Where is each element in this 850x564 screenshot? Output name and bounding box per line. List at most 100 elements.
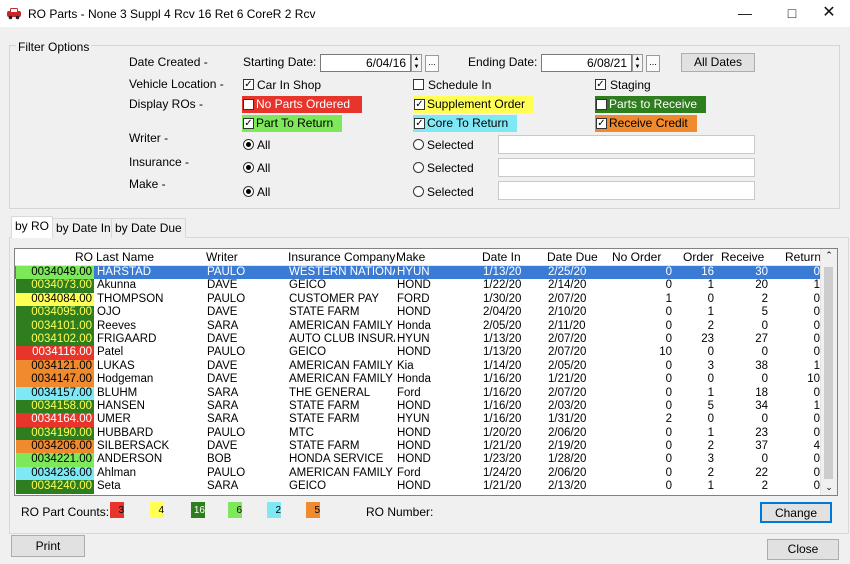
checkbox-icon: ✓: [414, 118, 425, 129]
writer-selected-radio[interactable]: [413, 139, 424, 150]
starting-date-field[interactable]: 6/04/16: [320, 54, 411, 72]
receive-credit-checkbox[interactable]: ✓ Receive Credit: [595, 115, 697, 132]
schedule-in-checkbox[interactable]: [413, 79, 424, 90]
table-row[interactable]: 0034221.00 ANDERSON BOB HONDA SERVICE HOND 1/…: [15, 453, 837, 467]
change-button[interactable]: Change: [760, 502, 832, 523]
cell-writer: SARA: [207, 399, 239, 412]
table-row[interactable]: 0034157.00 BLUHM SARA THE GENERAL Ford 1/16/2…: [15, 386, 837, 400]
scroll-up-arrow[interactable]: ⌃: [821, 250, 837, 261]
cell-ins: STATE FARM: [289, 440, 360, 453]
cell-in: 1/13/20: [483, 332, 522, 345]
table-row[interactable]: 0034240.00 Seta SARA GEICO HOND 1/21/20 2/13/2…: [15, 480, 837, 494]
checkbox-icon: ✓: [596, 118, 607, 129]
cell-writer: PAULO: [207, 426, 246, 439]
core-to-return-checkbox[interactable]: ✓ Core To Return: [413, 115, 517, 132]
ro-number-cell: 0034158.00: [16, 399, 94, 414]
insurance-all-radio[interactable]: [243, 162, 254, 173]
cell-ret: 1: [813, 399, 820, 412]
column-header-date-in[interactable]: Date In: [482, 250, 521, 264]
tab-by-date-due[interactable]: by Date Due: [111, 218, 186, 238]
table-row[interactable]: 0034121.00 LUKAS DAVE AMERICAN FAMILY Kia 1/1…: [15, 359, 837, 374]
scrollbar-thumb[interactable]: [824, 267, 833, 479]
starting-date-spinner[interactable]: ▲ ▼: [411, 54, 422, 72]
supplement-order-checkbox[interactable]: ✓ Supplement Order: [413, 96, 533, 113]
tab-by-date-in[interactable]: by Date In: [52, 218, 115, 238]
table-row[interactable]: 0034147.00 Hodgeman DAVE AMERICAN FAMILY Hon…: [15, 373, 837, 387]
close-button[interactable]: Close: [767, 539, 839, 560]
cell-writer: SARA: [207, 386, 239, 399]
table-row[interactable]: 0034164.00 UMER SARA STATE FARM HYUN 1/16/20 1…: [15, 413, 837, 427]
ending-date-spinner[interactable]: ▲ ▼: [632, 54, 643, 72]
parts-to-receive-checkbox[interactable]: ✓ Parts to Receive: [595, 96, 706, 113]
close-window-button[interactable]: ✕: [812, 0, 846, 27]
writer-all-radio[interactable]: [243, 139, 254, 150]
print-button[interactable]: Print: [11, 535, 85, 557]
table-row[interactable]: 0034190.00 HUBBARD PAULO MTC HOND 1/20/20 2/06…: [15, 426, 837, 441]
table-row[interactable]: 0034049.00 HARSTAD PAULO WESTERN NATIONAL HY…: [15, 266, 837, 280]
cell-in: 1/21/20: [483, 480, 522, 493]
table-row[interactable]: 0034236.00 Ahlman PAULO AMERICAN FAMILY Ford…: [15, 466, 837, 481]
column-header-return[interactable]: Return: [785, 250, 821, 264]
make-selected-radio[interactable]: [413, 186, 424, 197]
writer-selected-label: Selected: [427, 138, 474, 152]
writer-all-label: All: [257, 138, 271, 152]
column-header-make[interactable]: Make: [396, 250, 425, 264]
scroll-down-arrow[interactable]: ⌄: [821, 482, 837, 493]
cell-writer: PAULO: [207, 466, 246, 479]
column-header-ro[interactable]: RO: [75, 250, 93, 264]
ro-number-cell: 0034121.00: [16, 359, 94, 374]
table-row[interactable]: 0034101.00 Reeves SARA AMERICAN FAMILY Honda…: [15, 319, 837, 333]
cell-make: Honda: [397, 373, 431, 386]
insurance-selected-field[interactable]: [498, 158, 755, 177]
table-row[interactable]: 0034116.00 Patel PAULO GEICO HOND 1/13/20 2/07…: [15, 346, 837, 360]
cell-last: UMER: [97, 413, 131, 426]
insurance-all-label: All: [257, 161, 271, 175]
car-in-shop-checkbox[interactable]: ✓: [243, 79, 254, 90]
writer-selected-field[interactable]: [498, 135, 755, 154]
maximize-button[interactable]: □: [775, 0, 809, 27]
vertical-scrollbar[interactable]: ⌃ ⌄: [820, 249, 837, 495]
ro-number-cell: 0034147.00: [16, 373, 94, 387]
column-header-writer[interactable]: Writer: [206, 250, 238, 264]
table-row[interactable]: 0034158.00 HANSEN SARA STATE FARM HOND 1/16/2…: [15, 399, 837, 414]
cell-ret: 0: [813, 480, 820, 493]
cell-make: HOND: [397, 440, 431, 453]
table-row[interactable]: 0034206.00 SILBERSACK DAVE STATE FARM HOND 1/…: [15, 440, 837, 454]
starting-date-picker-button[interactable]: ...: [425, 55, 439, 72]
column-header-order[interactable]: Order: [683, 250, 714, 264]
display-ros-label: Display ROs -: [129, 97, 204, 111]
make-selected-field[interactable]: [498, 181, 755, 200]
table-row[interactable]: 0034102.00FRIGAARD DAVE AUTO CLUB INSURANC…: [15, 332, 837, 347]
cell-ins: AMERICAN FAMILY: [289, 359, 393, 372]
cell-ret: 0: [813, 386, 820, 399]
table-row[interactable]: 0034095.00 OJO DAVE STATE FARM HOND 2/04/20 2/…: [15, 306, 837, 320]
all-dates-button[interactable]: All Dates: [681, 53, 755, 72]
cell-in: 1/23/20: [483, 453, 522, 466]
tab-by-ro[interactable]: by RO: [11, 216, 54, 238]
column-header-no-order[interactable]: No Order: [612, 250, 661, 264]
make-all-radio[interactable]: [243, 186, 254, 197]
insurance-selected-radio[interactable]: [413, 162, 424, 173]
cell-writer: DAVE: [207, 359, 238, 372]
column-header-receive[interactable]: Receive: [721, 250, 764, 264]
count-swatch-yellow: 4: [150, 502, 164, 518]
column-header-last-name[interactable]: Last Name: [96, 250, 154, 264]
cell-no: 0: [665, 453, 672, 466]
staging-checkbox[interactable]: ✓: [595, 79, 606, 90]
count-swatch-orange: 5: [306, 502, 320, 518]
column-header-insurance[interactable]: Insurance Company: [288, 250, 395, 264]
cell-in: 1/22/20: [483, 279, 522, 292]
cell-ord: 1: [707, 306, 714, 319]
ro-parts-grid[interactable]: RO Last Name Writer Insurance Company Ma…: [14, 248, 838, 496]
cell-last: Ahlman: [97, 466, 136, 479]
minimize-button[interactable]: —: [728, 0, 762, 27]
part-to-return-checkbox[interactable]: ✓ Part To Return: [242, 115, 342, 132]
column-header-date-due[interactable]: Date Due: [547, 250, 598, 264]
no-parts-ordered-checkbox[interactable]: ✓ No Parts Ordered: [242, 96, 362, 113]
table-row[interactable]: 0034073.00 Akunna DAVE GEICO HOND 1/22/20 2/14…: [15, 279, 837, 293]
ending-date-field[interactable]: 6/08/21: [541, 54, 632, 72]
cell-last: OJO: [97, 306, 121, 319]
table-row[interactable]: 0034084.00 THOMPSON PAULO CUSTOMER PAY FORD 1…: [15, 292, 837, 307]
ending-date-picker-button[interactable]: ...: [646, 55, 660, 72]
cell-make: FORD: [397, 292, 430, 305]
